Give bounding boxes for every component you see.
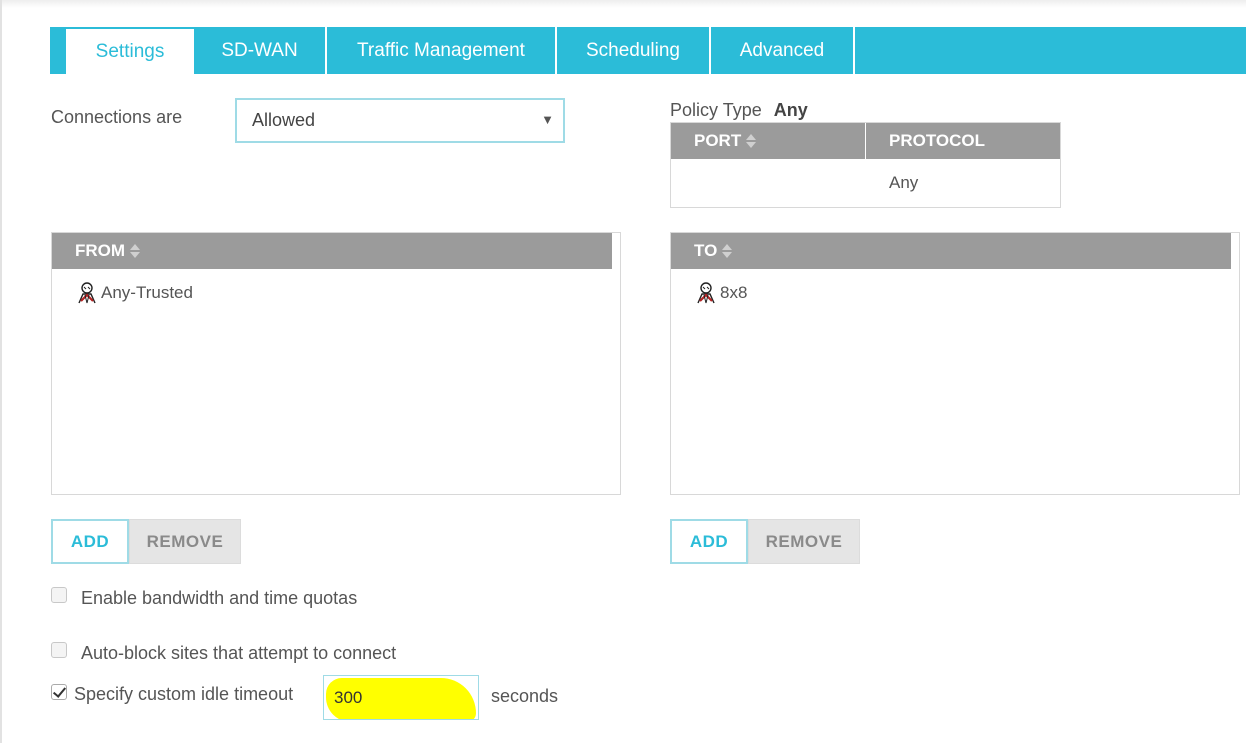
policy-type-value: Any [773, 100, 808, 120]
port-protocol-table: PORT PROTOCOL Any [670, 122, 1061, 208]
to-button-group: ADD REMOVE [670, 519, 860, 564]
idle-timeout-input[interactable] [324, 676, 478, 719]
from-add-button[interactable]: ADD [51, 519, 129, 564]
auto-block-label: Auto-block sites that attempt to connect [81, 643, 397, 663]
port-column-label: PORT [694, 131, 742, 150]
table-row: Any [671, 159, 1060, 207]
tab-sd-wan[interactable]: SD-WAN [194, 27, 327, 74]
connections-label: Connections are [51, 107, 183, 127]
from-item-label: Any-Trusted [101, 283, 193, 302]
to-item-label: 8x8 [720, 283, 748, 302]
idle-timeout-label: Specify custom idle timeout [74, 684, 294, 704]
port-table-header: PORT PROTOCOL [671, 123, 1060, 159]
idle-timeout-option: Specify custom idle timeout [51, 683, 294, 705]
seconds-label: seconds [491, 686, 559, 706]
to-header-label: TO [694, 241, 718, 260]
from-header-label: FROM [75, 241, 126, 260]
idle-timeout-checkbox[interactable] [51, 683, 67, 700]
bandwidth-quota-option: Enable bandwidth and time quotas [51, 586, 358, 609]
auto-block-option: Auto-block sites that attempt to connect [51, 641, 397, 664]
tab-advanced[interactable]: Advanced [711, 27, 855, 74]
from-button-group: ADD REMOVE [51, 519, 241, 564]
sort-icon[interactable] [746, 133, 757, 149]
tab-bar: Settings SD-WAN Traffic Management Sched… [50, 27, 1246, 74]
tab-settings[interactable]: Settings [66, 29, 194, 74]
dropdown-caret-icon: ▼ [541, 112, 554, 127]
user-group-icon [697, 282, 715, 304]
to-header[interactable]: TO [671, 233, 1231, 269]
bandwidth-quota-checkbox[interactable] [51, 586, 67, 603]
idle-timeout-field[interactable] [323, 675, 479, 720]
to-add-button[interactable]: ADD [670, 519, 748, 564]
policy-type-label: Policy Type [670, 100, 762, 120]
bandwidth-quota-label: Enable bandwidth and time quotas [81, 588, 358, 608]
to-panel: TO 8x8 [670, 232, 1240, 495]
protocol-column-header: PROTOCOL [866, 123, 1060, 159]
from-panel: FROM Any-Trusted [51, 232, 621, 495]
auto-block-checkbox[interactable] [51, 641, 67, 658]
sort-icon[interactable] [130, 243, 141, 259]
list-item[interactable]: 8x8 [671, 281, 1239, 305]
user-group-icon [78, 282, 96, 304]
list-item[interactable]: Any-Trusted [52, 281, 620, 305]
sort-icon[interactable] [722, 243, 733, 259]
tab-scheduling[interactable]: Scheduling [557, 27, 711, 74]
from-header[interactable]: FROM [52, 233, 612, 269]
connections-select-value: Allowed [252, 110, 316, 130]
protocol-column-label: PROTOCOL [889, 131, 986, 150]
port-column-header[interactable]: PORT [671, 123, 866, 159]
top-shadow [2, 0, 1246, 8]
from-remove-button[interactable]: REMOVE [129, 519, 241, 564]
protocol-cell: Any [889, 173, 919, 192]
tab-traffic-management[interactable]: Traffic Management [327, 27, 557, 74]
connections-select[interactable]: Allowed ▼ [235, 98, 565, 143]
to-remove-button[interactable]: REMOVE [748, 519, 860, 564]
policy-type: Policy Type Any [670, 100, 808, 121]
